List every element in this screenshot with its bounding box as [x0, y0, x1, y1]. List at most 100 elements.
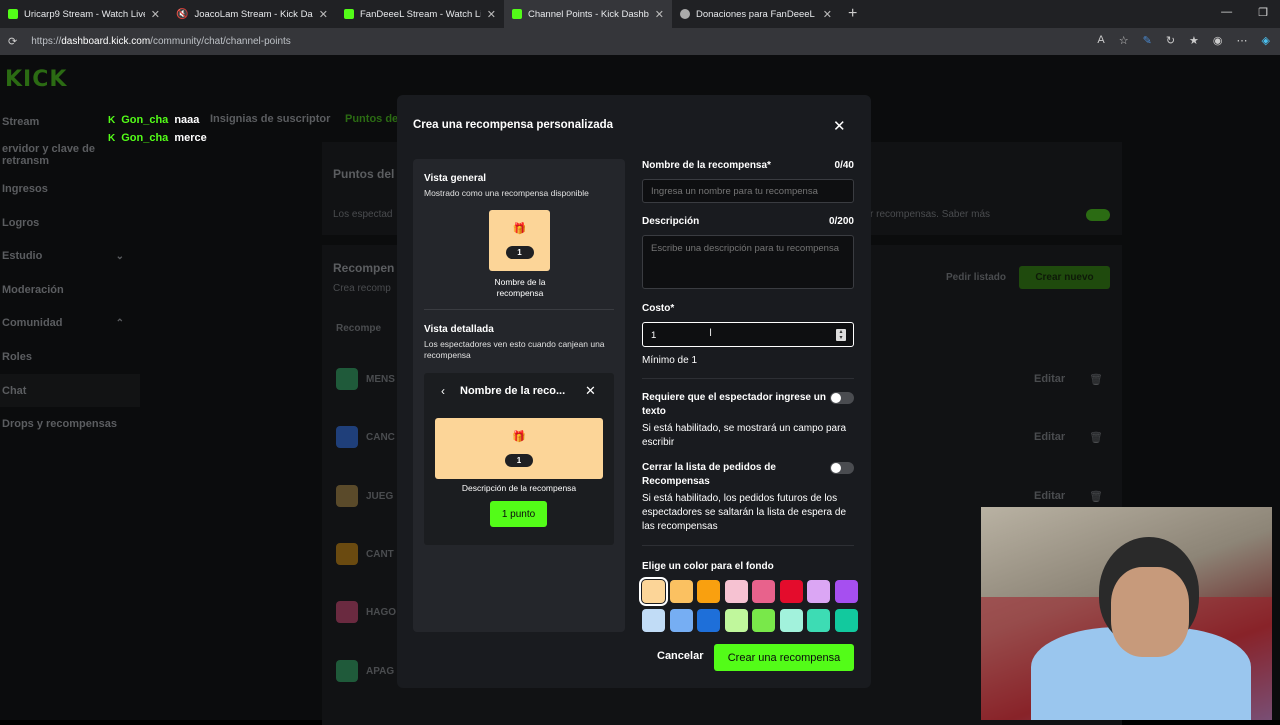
tab-title: FanDeeeL Stream - Watch Live on [360, 8, 481, 20]
close-queue-toggle[interactable] [830, 462, 854, 474]
sidebar-item[interactable]: Comunidad ⌃ [0, 307, 140, 341]
tab-insignias[interactable]: Insignias de suscriptor [210, 113, 330, 125]
trash-icon[interactable]: 🗑 [1089, 431, 1103, 444]
redeem-points-button: 1 punto [490, 501, 547, 527]
edit-button[interactable]: Editar [1034, 373, 1065, 385]
url-field[interactable]: https://dashboard.kick.com/community/cha… [31, 36, 291, 47]
chat-message: K Gon_cha naaa [108, 114, 199, 126]
kick-logo[interactable]: KICK [5, 67, 67, 92]
sidebar-item[interactable]: Estudio ⌄ [0, 239, 140, 273]
new-tab-icon[interactable]: + [848, 5, 857, 23]
create-reward-modal: Crea una recompensa personalizada ✕ Vist… [397, 95, 871, 688]
browser-tab-bar: Uricarp9 Stream - Watch Live on K ✕ 🔇 Joaco… [0, 0, 1280, 28]
browser-tab[interactable]: 🔇 JoacoLam Stream - Kick Dashb ✕ [168, 0, 336, 28]
color-swatch[interactable] [669, 580, 693, 603]
color-swatch[interactable] [834, 580, 858, 603]
extension-icon[interactable]: ✎ [1143, 34, 1152, 47]
chevron-left-icon: ‹ [441, 384, 445, 398]
tile-cost: 1 [505, 454, 533, 467]
address-bar: ⟳ https://dashboard.kick.com/community/c… [0, 28, 1280, 55]
create-reward-button[interactable]: Crear una recompensa [714, 644, 854, 671]
cancel-button[interactable]: Cancelar [657, 650, 703, 662]
trash-icon[interactable]: 🗑 [1089, 373, 1103, 386]
color-swatch[interactable] [697, 580, 720, 603]
sidebar-item[interactable]: Drops y recompensas [0, 407, 140, 441]
color-swatch[interactable] [807, 580, 830, 603]
name-label: Nombre de la recompensa* [642, 160, 771, 171]
reward-description-input[interactable] [642, 235, 854, 289]
kick-icon [8, 9, 18, 19]
webcam-overlay [981, 507, 1272, 720]
kick-badge-icon: K [108, 132, 116, 144]
sidebar-item[interactable]: Chat [0, 373, 140, 408]
description-counter: 0/200 [828, 216, 854, 227]
sidebar-item[interactable]: Roles [0, 340, 140, 374]
color-swatch[interactable] [752, 609, 775, 632]
color-swatch[interactable] [779, 580, 803, 603]
color-swatch[interactable] [752, 580, 775, 603]
window-controls: — ❐ [1221, 6, 1268, 19]
color-swatch[interactable] [642, 609, 665, 632]
tab-title: Donaciones para FanDeeeL | Cene [696, 8, 817, 20]
close-tab-icon[interactable]: ✕ [823, 8, 832, 21]
detail-preview-card: ‹ Nombre de la reco... ✕ 🎁 1 Descripción… [424, 373, 614, 545]
reload-icon[interactable]: ⟳ [8, 35, 17, 48]
restore-icon[interactable]: ❐ [1258, 6, 1268, 19]
rewards-title: Recompen [333, 261, 395, 275]
divider [642, 378, 854, 379]
color-swatch[interactable] [834, 609, 858, 632]
star-icon[interactable]: ☆ [1119, 34, 1129, 47]
close-queue-label: Cerrar la lista de pedidos de Recompensa… [642, 462, 776, 487]
favorites-icon[interactable]: ★ [1189, 34, 1199, 47]
close-tab-icon[interactable]: ✕ [487, 8, 496, 21]
close-tab-icon[interactable]: ✕ [319, 8, 328, 21]
color-swatch[interactable] [779, 609, 803, 632]
reward-name-input[interactable] [642, 179, 854, 203]
browser-tab[interactable]: Uricarp9 Stream - Watch Live on K ✕ [0, 0, 168, 28]
refresh-icon[interactable]: ↻ [1166, 34, 1175, 47]
sidebar-item[interactable]: Moderación [0, 273, 140, 307]
crear-nuevo-button[interactable]: Crear nuevo [1019, 266, 1110, 289]
reward-row-icon [336, 542, 358, 565]
edit-button[interactable]: Editar [1034, 490, 1065, 502]
more-icon[interactable]: ⋯ [1237, 34, 1248, 47]
browser-tab[interactable]: FanDeeeL Stream - Watch Live on ✕ [336, 0, 504, 28]
color-swatch[interactable] [724, 580, 748, 603]
sidebar-item[interactable]: Ingresos [0, 172, 140, 206]
cost-label: Costo* [642, 303, 675, 314]
close-tab-icon[interactable]: ✕ [151, 8, 160, 21]
browser-tab[interactable]: Donaciones para FanDeeeL | Cene ✕ [672, 0, 840, 28]
color-swatch[interactable] [669, 609, 693, 632]
overview-subtitle: Mostrado como una recompensa disponible [424, 188, 589, 198]
points-toggle[interactable] [1086, 209, 1110, 221]
close-tab-icon[interactable]: ✕ [655, 8, 664, 21]
cost-input[interactable]: 1 I ▴ ▾ [642, 322, 854, 347]
minimize-icon[interactable]: — [1221, 6, 1232, 19]
color-swatch[interactable] [639, 577, 668, 606]
points-title: Puntos del [333, 167, 395, 181]
read-aloud-icon[interactable]: A [1097, 34, 1104, 47]
copilot-icon[interactable]: ◈ [1262, 34, 1270, 47]
edit-button[interactable]: Editar [1034, 431, 1065, 443]
profile-icon[interactable]: ◉ [1213, 34, 1223, 47]
require-text-desc: Si está habilitado, se mostrará un campo… [642, 423, 846, 448]
trash-icon[interactable]: 🗑 [1089, 490, 1103, 503]
chat-username: Gon_cha [121, 114, 169, 126]
tab-title: Uricarp9 Stream - Watch Live on K [24, 8, 145, 20]
points-desc-right: r recompensas. Saber más [870, 209, 991, 220]
number-spinner-icon[interactable]: ▴ ▾ [836, 329, 846, 341]
close-icon[interactable]: ✕ [833, 117, 846, 135]
pedir-listado-button[interactable]: Pedir listado [946, 272, 1006, 283]
text-cursor-icon: I [709, 327, 713, 339]
color-swatch[interactable] [807, 609, 830, 632]
sidebar-item-label: Drops y recompensas [2, 418, 117, 431]
browser-tab[interactable]: Channel Points - Kick Dashboard ✕ [504, 0, 672, 28]
sidebar-item[interactable]: Logros [0, 206, 140, 240]
tab-puntos[interactable]: Puntos de [345, 113, 398, 125]
detail-subtitle: Los espectadores ven esto cuando canjean… [424, 339, 605, 360]
color-row-1 [639, 577, 858, 606]
color-swatch[interactable] [697, 609, 720, 632]
require-text-toggle[interactable] [830, 392, 854, 404]
color-swatch[interactable] [724, 609, 748, 632]
reward-tile-preview: 🎁 1 [489, 210, 550, 271]
